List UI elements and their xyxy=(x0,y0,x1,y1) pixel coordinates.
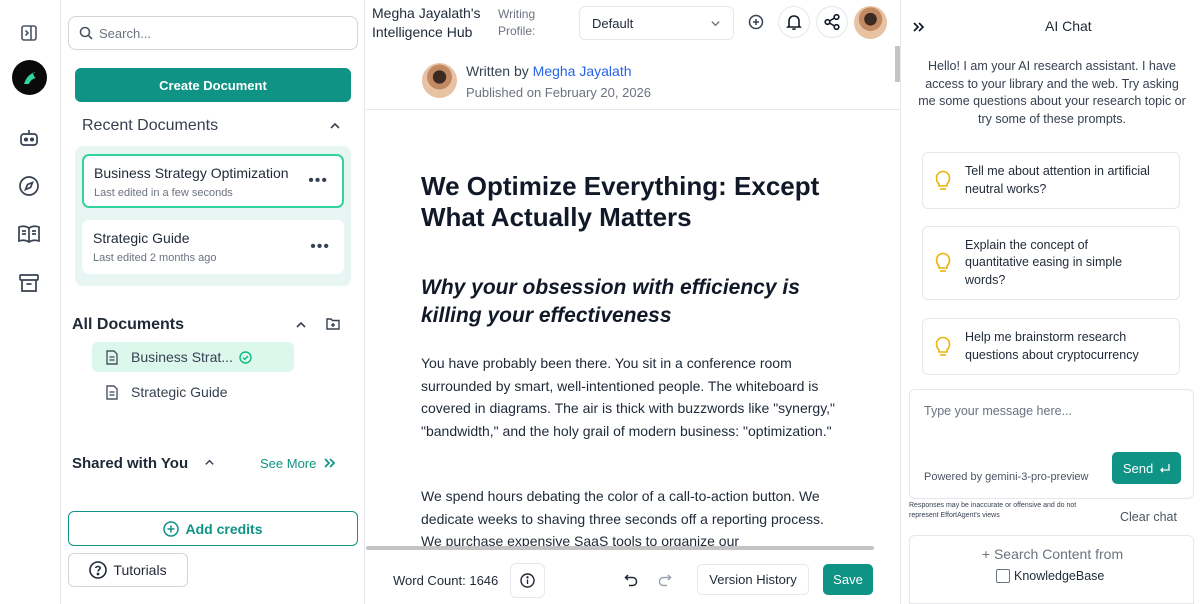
chat-disclaimer: Responses may be inaccurate or offensive… xyxy=(909,502,1077,519)
shared-heading: Shared with You xyxy=(72,455,189,472)
hub-title: Megha Jayalath's Intelligence Hub xyxy=(372,5,481,40)
suggested-prompt[interactable]: Help me brainstorm research questions ab… xyxy=(922,318,1180,375)
check-circle-icon xyxy=(239,350,252,364)
search-content-box: + Search Content from KnowledgeBase xyxy=(909,535,1194,604)
chat-message-input[interactable] xyxy=(924,404,1179,454)
author-bar: Written by Megha Jayalath Published on F… xyxy=(366,46,900,110)
published-date: Published on February 20, 2026 xyxy=(466,85,652,100)
document-icon xyxy=(105,384,119,400)
tutorials-label: Tutorials xyxy=(113,562,167,578)
search-input[interactable] xyxy=(99,25,339,41)
bell-icon[interactable] xyxy=(778,6,810,38)
document-sidebar: Create Document Recent Documents Busines… xyxy=(61,0,365,604)
recent-doc-title: Business Strategy Optimization xyxy=(94,165,289,181)
send-button[interactable]: Send xyxy=(1112,452,1181,484)
enter-icon xyxy=(1159,463,1170,474)
create-document-button[interactable]: Create Document xyxy=(75,68,351,102)
lightbulb-icon xyxy=(935,170,951,192)
chat-title: AI Chat xyxy=(1045,18,1092,34)
chat-input-box: Powered by gemini-3-pro-preview Send xyxy=(909,389,1194,499)
all-doc-label: Strategic Guide xyxy=(131,384,228,400)
recent-doc-subtitle: Last edited 2 months ago xyxy=(93,252,217,264)
more-options-icon[interactable]: ••• xyxy=(310,238,330,256)
article-paragraph[interactable]: You have probably been there. You sit in… xyxy=(421,352,846,442)
lightbulb-icon xyxy=(935,336,951,358)
bot-icon[interactable] xyxy=(16,125,42,151)
author-avatar xyxy=(422,63,457,98)
writing-profile-value: Default xyxy=(592,15,634,31)
writing-profile-label: Writing Profile: xyxy=(498,7,536,38)
new-folder-icon[interactable] xyxy=(326,317,340,330)
recent-documents-heading: Recent Documents xyxy=(82,117,219,134)
recent-doc-title: Strategic Guide xyxy=(93,230,190,246)
collapse-panel-icon[interactable] xyxy=(912,20,926,34)
search-content-heading[interactable]: + Search Content from xyxy=(910,546,1195,562)
written-by-label: Written by xyxy=(466,63,529,79)
share-icon[interactable] xyxy=(816,6,848,38)
lightbulb-icon xyxy=(935,252,951,274)
icon-rail xyxy=(0,0,61,604)
prompt-text: Explain the concept of quantitative easi… xyxy=(965,237,1123,287)
add-credits-label: Add credits xyxy=(185,520,263,537)
chat-greeting: Hello! I am your AI research assistant. … xyxy=(918,59,1186,126)
save-button[interactable]: Save xyxy=(823,564,873,595)
editor-footer: Word Count: 1646 Version History Save xyxy=(366,550,900,604)
suggested-prompt[interactable]: Explain the concept of quantitative easi… xyxy=(922,226,1180,300)
editor-header: Megha Jayalath's Intelligence Hub Writin… xyxy=(366,0,900,46)
chevron-up-icon[interactable] xyxy=(329,120,341,132)
prompt-text: Tell me about attention in artificial ne… xyxy=(965,164,1150,196)
author-link[interactable]: Megha Jayalath xyxy=(533,63,632,79)
document-icon xyxy=(105,349,119,365)
info-icon xyxy=(520,573,535,588)
help-circle-icon xyxy=(89,561,108,579)
recent-documents-list: Business Strategy Optimization Last edit… xyxy=(75,146,351,286)
search-box[interactable] xyxy=(68,16,358,50)
more-options-icon[interactable]: ••• xyxy=(308,172,328,190)
article-subtitle[interactable]: Why your obsession with efficiency is ki… xyxy=(421,274,841,330)
search-icon xyxy=(79,26,93,40)
all-doc-item[interactable]: Strategic Guide xyxy=(92,377,228,407)
redo-icon[interactable] xyxy=(658,573,672,587)
compass-icon[interactable] xyxy=(16,173,42,199)
book-open-icon[interactable] xyxy=(16,221,42,247)
user-avatar[interactable] xyxy=(854,6,887,39)
recent-doc-subtitle: Last edited in a few seconds xyxy=(94,187,233,199)
version-history-button[interactable]: Version History xyxy=(697,564,809,595)
info-button[interactable] xyxy=(510,563,545,598)
all-documents-heading: All Documents xyxy=(72,316,185,333)
undo-icon[interactable] xyxy=(624,573,638,587)
knowledgebase-checkbox[interactable]: KnowledgeBase xyxy=(996,569,1104,583)
writing-profile-select[interactable]: Default xyxy=(579,6,734,40)
clear-chat-button[interactable]: Clear chat xyxy=(1120,510,1177,524)
chevron-down-icon xyxy=(710,18,721,29)
article-paragraph[interactable]: We spend hours debating the color of a c… xyxy=(421,485,846,550)
prompt-text: Help me brainstorm research questions ab… xyxy=(965,330,1139,362)
plus-circle-icon xyxy=(163,520,180,537)
all-doc-label: Business Strat... xyxy=(131,349,233,365)
send-label: Send xyxy=(1122,460,1154,476)
add-credits-button[interactable]: Add credits xyxy=(68,511,358,546)
recent-doc-card[interactable]: Business Strategy Optimization Last edit… xyxy=(82,154,344,208)
powered-by: Powered by gemini-3-pro-preview xyxy=(924,471,1089,483)
document-editor[interactable]: Written by Megha Jayalath Published on F… xyxy=(366,46,900,550)
add-circle-icon[interactable] xyxy=(740,6,772,38)
word-count: Word Count: 1646 xyxy=(393,573,499,588)
suggested-prompt[interactable]: Tell me about attention in artificial ne… xyxy=(922,152,1180,209)
logo-bird-icon[interactable] xyxy=(12,60,47,95)
double-chevron-right-icon[interactable] xyxy=(323,456,337,470)
tutorials-button[interactable]: Tutorials xyxy=(68,553,188,587)
checkbox-icon[interactable] xyxy=(996,569,1010,583)
chevron-up-icon[interactable] xyxy=(295,319,307,331)
chevron-up-icon[interactable] xyxy=(204,457,215,468)
knowledgebase-label: KnowledgeBase xyxy=(1014,569,1105,583)
recent-doc-card[interactable]: Strategic Guide Last edited 2 months ago… xyxy=(82,220,344,274)
archive-icon[interactable] xyxy=(16,270,42,296)
ai-chat-panel: AI Chat Hello! I am your AI research ass… xyxy=(900,0,1200,604)
all-doc-item[interactable]: Business Strat... xyxy=(92,342,294,372)
sidebar-toggle-icon[interactable] xyxy=(16,20,42,46)
written-by: Written by Megha Jayalath xyxy=(466,63,632,79)
article-title[interactable]: We Optimize Everything: Except What Actu… xyxy=(421,171,851,233)
see-more-link[interactable]: See More xyxy=(260,456,316,471)
